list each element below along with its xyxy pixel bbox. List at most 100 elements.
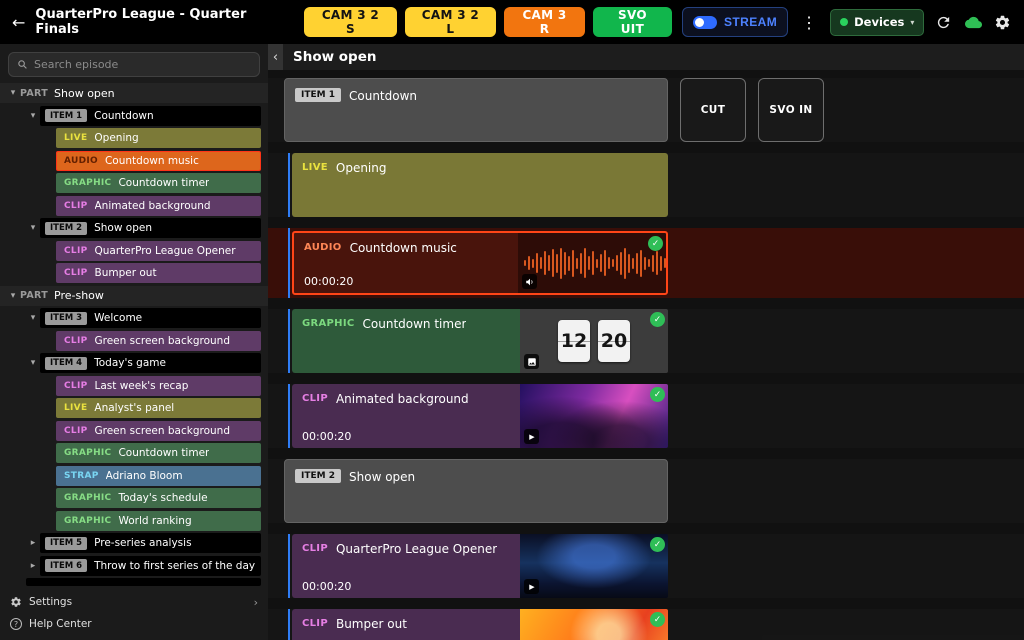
tree-cue-chip[interactable]: CLIPQuarterPro League Opener [56,241,261,261]
rundown-item-card[interactable]: ITEM 1Countdown [284,78,668,142]
cam-button-2[interactable]: CAM 3 2 L [405,7,497,37]
rundown-cue-card[interactable]: CLIPAnimated background▶00:00:20✓ [292,384,668,448]
tree-cue-row[interactable]: GRAPHICCountdown timer [0,443,261,463]
tree-item-chip[interactable]: ITEM 6Throw to first series of the day [40,556,261,576]
tree-cue-row[interactable]: CLIPBumper out [0,263,261,283]
rundown-cue-row: CLIPQuarterPro League Opener▶00:00:20✓ [268,534,1024,598]
rundown-cue-card[interactable]: GRAPHICCountdown timer1220✓ [292,309,668,373]
check-icon: ✓ [648,236,663,251]
tree-cue-chip[interactable]: CLIPLast week's recap [56,376,261,396]
part-label: Show open [54,87,115,100]
cue-type-label: GRAPHIC [64,178,111,188]
item-badge: ITEM 5 [45,537,87,550]
tree-cue-row[interactable]: CLIPLast week's recap [0,376,261,396]
tree-cue-row[interactable]: GRAPHICWorld ranking [0,511,261,531]
tree-cue-row[interactable]: CLIPGreen screen background [0,331,261,351]
overflow-menu-icon[interactable]: ⋮ [798,13,820,32]
rundown-cue-card[interactable]: CLIPQuarterPro League Opener▶00:00:20✓ [292,534,668,598]
rundown-item-card[interactable]: ITEM 2Show open [284,459,668,523]
cue-label: Last week's recap [95,380,189,392]
tree-cue-row[interactable]: CLIPAnimated background [0,196,261,216]
tree-cue-row[interactable]: AUDIOCountdown music [0,151,261,171]
tree-item-row[interactable]: ▾ITEM 3Welcome [0,308,261,328]
caret-down-icon[interactable]: ▾ [26,358,40,368]
settings-label: Settings [29,596,72,608]
tree-cue-chip[interactable]: CLIPAnimated background [56,196,261,216]
stream-toggle[interactable] [693,16,717,29]
item-badge: ITEM 4 [45,357,87,370]
tree-cue-chip[interactable]: LIVEOpening [56,128,261,148]
cam-button-4[interactable]: SVO UIT [593,7,672,37]
tree-cue-row[interactable]: CLIPGreen screen background [0,421,261,441]
tree-item-row[interactable]: ▾ITEM 1Countdown [0,106,261,126]
collapse-sidebar-icon[interactable]: ‹ [268,44,283,70]
cam-button-1[interactable]: CAM 3 2 S [304,7,396,37]
caret-down-icon[interactable]: ▾ [26,111,40,121]
cue-type-label: AUDIO [64,156,98,166]
tree-item-chip[interactable]: ITEM 2Show open [40,218,261,238]
search-box[interactable] [8,52,260,77]
tree-cue-row[interactable]: GRAPHIC Today's schedule [0,488,261,508]
devices-dropdown[interactable]: Devices ▾ [830,9,924,36]
caret-down-icon[interactable]: ▾ [26,223,40,233]
search-input[interactable] [34,58,251,71]
sync-icon[interactable] [934,12,953,32]
tree-cue-chip[interactable]: GRAPHIC Today's schedule [56,488,261,508]
cue-type-label: CLIP [302,617,328,629]
tree-item-row[interactable]: ▸ITEM 5Pre-series analysis [0,533,261,553]
rundown-cue-card[interactable]: LIVEOpening [292,153,668,217]
stream-button[interactable]: STREAM [682,7,788,37]
tree-cue-chip[interactable]: CLIPGreen screen background [56,331,261,351]
tree-cue-row[interactable]: LIVEOpening [0,128,261,148]
caret-down-icon[interactable]: ▾ [6,88,20,98]
tree-item-row[interactable]: ▾ITEM 4Today's game [0,353,261,373]
tree-part-row[interactable]: ▾PARTPre-show [0,286,268,306]
tree-cue-row[interactable]: LIVEAnalyst's panel [0,398,261,418]
tree-cue-chip[interactable]: AUDIOCountdown music [56,151,261,171]
gear-icon[interactable] [993,12,1012,32]
rundown-cue-card[interactable]: AUDIOCountdown music00:00:20✓ [292,231,668,295]
image-icon [524,354,539,369]
tree-cue-chip[interactable]: STRAPAdriano Bloom [56,466,261,486]
rundown-cue-card[interactable]: CLIPBumper out▶✓ [292,609,668,640]
cue-type-label: CLIP [302,542,328,554]
caret-down-icon[interactable]: ▾ [6,291,20,301]
cut-button[interactable]: CUT [680,78,746,142]
back-arrow-icon[interactable]: ← [12,13,25,32]
tree-item-chip[interactable]: ITEM 3Welcome [40,308,261,328]
tree-item-chip[interactable]: ITEM 4Today's game [40,353,261,373]
svo-in-button[interactable]: SVO IN [758,78,824,142]
tree-cue-row[interactable]: CLIPQuarterPro League Opener [0,241,261,261]
settings-button[interactable]: Settings › [10,594,258,610]
cue-label: Animated background [336,392,469,406]
cam-button-3[interactable]: CAM 3 R [504,7,585,37]
tree-cue-row[interactable]: STRAPAdriano Bloom [0,466,261,486]
cue-label: Countdown music [350,241,457,255]
cue-label: Today's schedule [118,492,207,504]
cue-type-label: CLIP [64,201,88,211]
tree-cue-chip[interactable]: GRAPHICCountdown timer [56,443,261,463]
cue-type-label: GRAPHIC [64,493,111,503]
tree-cue-row[interactable]: GRAPHICCountdown timer [0,173,261,193]
caret-down-icon[interactable]: ▾ [26,313,40,323]
tree-cue-chip[interactable]: CLIPBumper out [56,263,261,283]
sidebar: ▾PARTShow open▾ITEM 1CountdownLIVEOpenin… [0,44,268,640]
help-icon: ? [10,618,22,630]
body: ▾PARTShow open▾ITEM 1CountdownLIVEOpenin… [0,44,1024,640]
caret-right-icon[interactable]: ▸ [26,561,40,571]
tree-item-row[interactable]: ▸ITEM 6Throw to first series of the day [0,556,261,576]
tree-cue-chip[interactable]: GRAPHICCountdown timer [56,173,261,193]
play-icon: ▶ [524,579,539,594]
help-center-button[interactable]: ? Help Center [10,616,258,632]
tree-cue-chip[interactable]: CLIPGreen screen background [56,421,261,441]
tree-item-row[interactable]: ▾ITEM 2Show open [0,218,261,238]
tree-cue-chip[interactable]: GRAPHICWorld ranking [56,511,261,531]
cue-card-text: CLIPBumper out [292,609,520,640]
cloud-status-icon[interactable] [964,12,983,32]
tree-cue-chip[interactable]: LIVEAnalyst's panel [56,398,261,418]
caret-right-icon[interactable]: ▸ [26,538,40,548]
tree-item-chip[interactable]: ITEM 5Pre-series analysis [40,533,261,553]
tree-item-chip[interactable]: ITEM 1Countdown [40,106,261,126]
item-label: Show open [94,222,152,234]
tree-part-row[interactable]: ▾PARTShow open [0,83,268,103]
